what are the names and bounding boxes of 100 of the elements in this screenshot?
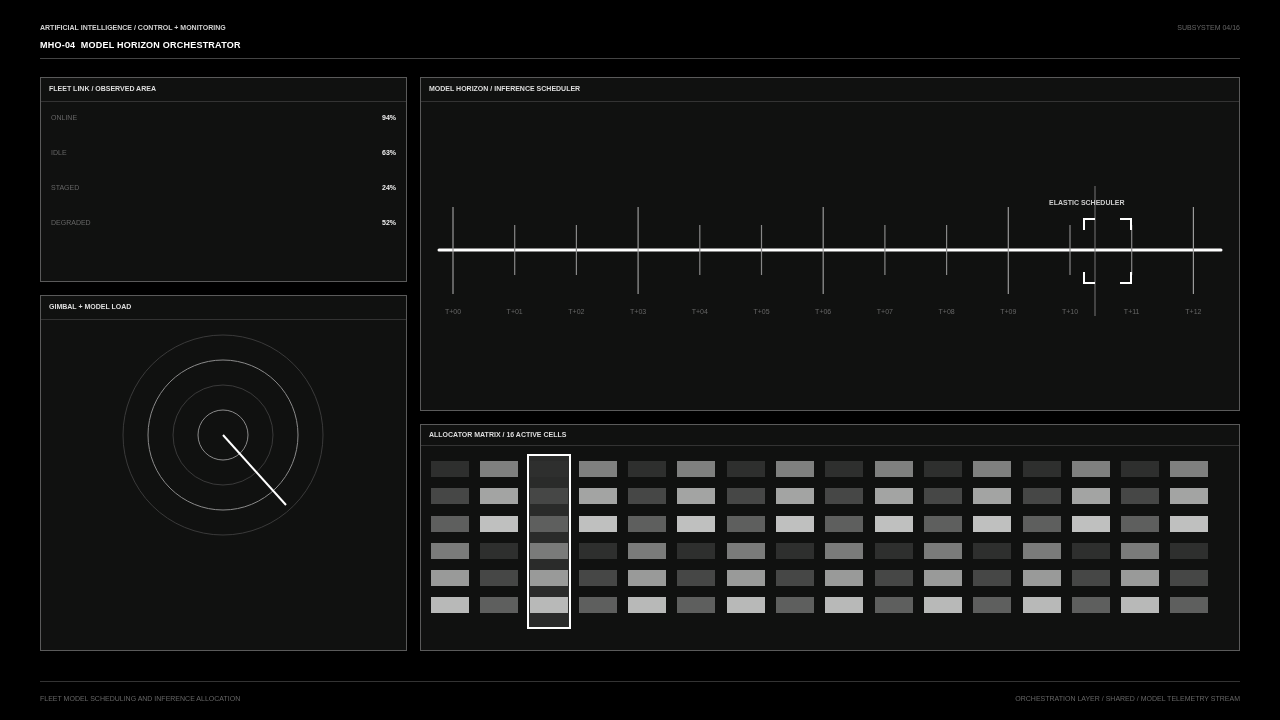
timeline-tick bbox=[1069, 224, 1071, 276]
matrix-cell[interactable] bbox=[677, 542, 716, 559]
matrix-cell[interactable] bbox=[677, 515, 716, 532]
matrix-cell[interactable] bbox=[1121, 597, 1160, 614]
matrix-cell[interactable] bbox=[480, 461, 519, 477]
matrix-cell[interactable] bbox=[923, 597, 962, 614]
matrix-cell[interactable] bbox=[480, 597, 519, 614]
matrix-cell[interactable] bbox=[874, 488, 913, 505]
matrix-cell[interactable] bbox=[628, 488, 667, 505]
matrix-cell[interactable] bbox=[776, 488, 815, 505]
matrix-cell[interactable] bbox=[529, 515, 568, 532]
matrix-cell[interactable] bbox=[578, 515, 617, 532]
matrix-cell[interactable] bbox=[1022, 570, 1061, 587]
matrix-cell[interactable] bbox=[1071, 570, 1110, 587]
matrix-cell[interactable] bbox=[1022, 488, 1061, 505]
matrix-cell[interactable] bbox=[578, 597, 617, 614]
matrix-cell[interactable] bbox=[726, 570, 765, 587]
matrix-cell[interactable] bbox=[923, 461, 962, 477]
matrix-cell[interactable] bbox=[578, 461, 617, 477]
matrix-cell[interactable] bbox=[874, 570, 913, 587]
matrix-cell[interactable] bbox=[628, 542, 667, 559]
matrix-cell[interactable] bbox=[1022, 597, 1061, 614]
matrix-cell[interactable] bbox=[431, 461, 469, 477]
matrix-cell[interactable] bbox=[1121, 515, 1160, 532]
timeline-tick bbox=[514, 224, 516, 276]
matrix-cell[interactable] bbox=[1022, 515, 1061, 532]
matrix-cell[interactable] bbox=[628, 570, 667, 587]
matrix-cell[interactable] bbox=[431, 542, 469, 559]
matrix-cell[interactable] bbox=[776, 542, 815, 559]
matrix-cell[interactable] bbox=[1170, 515, 1209, 532]
matrix-cell[interactable] bbox=[677, 570, 716, 587]
matrix-cell[interactable] bbox=[480, 515, 519, 532]
matrix-cell[interactable] bbox=[726, 515, 765, 532]
matrix-cell[interactable] bbox=[1121, 488, 1160, 505]
matrix-cell[interactable] bbox=[923, 542, 962, 559]
matrix-cell[interactable] bbox=[776, 515, 815, 532]
matrix-cell[interactable] bbox=[1071, 597, 1110, 614]
matrix-cell[interactable] bbox=[874, 461, 913, 477]
matrix-cell[interactable] bbox=[431, 515, 469, 532]
matrix-cell[interactable] bbox=[578, 570, 617, 587]
matrix-cell[interactable] bbox=[578, 488, 617, 505]
matrix-cell[interactable] bbox=[677, 461, 716, 477]
matrix-cell[interactable] bbox=[825, 488, 864, 505]
matrix-cell[interactable] bbox=[1022, 542, 1061, 559]
matrix-cell[interactable] bbox=[1022, 461, 1061, 477]
matrix-cell[interactable] bbox=[480, 488, 519, 505]
matrix-cell[interactable] bbox=[825, 542, 864, 559]
matrix-cell[interactable] bbox=[973, 515, 1012, 532]
matrix-cell[interactable] bbox=[1121, 570, 1160, 587]
matrix-cell[interactable] bbox=[1170, 461, 1209, 477]
matrix-cell[interactable] bbox=[529, 488, 568, 505]
matrix-cell[interactable] bbox=[480, 542, 519, 559]
matrix-cell[interactable] bbox=[776, 461, 815, 477]
matrix-cell[interactable] bbox=[1071, 461, 1110, 477]
matrix-cell[interactable] bbox=[776, 597, 815, 614]
matrix-cell[interactable] bbox=[874, 515, 913, 532]
matrix-cell[interactable] bbox=[677, 597, 716, 614]
matrix-cell[interactable] bbox=[628, 461, 667, 477]
matrix-cell[interactable] bbox=[1121, 461, 1160, 477]
matrix-cell[interactable] bbox=[1170, 597, 1209, 614]
matrix-cell[interactable] bbox=[628, 515, 667, 532]
matrix-cell[interactable] bbox=[1170, 570, 1209, 587]
matrix-cell[interactable] bbox=[776, 570, 815, 587]
matrix-cell[interactable] bbox=[726, 488, 765, 505]
matrix-cell[interactable] bbox=[1170, 542, 1209, 559]
matrix-cell[interactable] bbox=[431, 597, 469, 614]
matrix-cell[interactable] bbox=[529, 542, 568, 559]
matrix-cell[interactable] bbox=[529, 461, 568, 477]
matrix-cell[interactable] bbox=[825, 461, 864, 477]
matrix-cell[interactable] bbox=[726, 461, 765, 477]
matrix-cell[interactable] bbox=[628, 597, 667, 614]
timeline-tick bbox=[884, 224, 886, 276]
matrix-cell[interactable] bbox=[973, 461, 1012, 477]
matrix-cell[interactable] bbox=[431, 570, 469, 587]
matrix-cell[interactable] bbox=[973, 597, 1012, 614]
matrix-cell[interactable] bbox=[874, 542, 913, 559]
matrix-cell[interactable] bbox=[1121, 542, 1160, 559]
column-highlight[interactable] bbox=[526, 454, 571, 630]
matrix-cell[interactable] bbox=[726, 597, 765, 614]
matrix-cell[interactable] bbox=[1071, 515, 1110, 532]
matrix-cell[interactable] bbox=[825, 515, 864, 532]
matrix-cell[interactable] bbox=[431, 488, 469, 505]
matrix-cell[interactable] bbox=[480, 570, 519, 587]
matrix-cell[interactable] bbox=[923, 515, 962, 532]
matrix-cell[interactable] bbox=[973, 542, 1012, 559]
matrix-cell[interactable] bbox=[923, 488, 962, 505]
matrix-cell[interactable] bbox=[529, 570, 568, 587]
matrix-cell[interactable] bbox=[825, 570, 864, 587]
matrix-cell[interactable] bbox=[578, 542, 617, 559]
matrix-cell[interactable] bbox=[1071, 542, 1110, 559]
matrix-cell[interactable] bbox=[973, 570, 1012, 587]
matrix-cell[interactable] bbox=[726, 542, 765, 559]
matrix-cell[interactable] bbox=[677, 488, 716, 505]
matrix-cell[interactable] bbox=[923, 570, 962, 587]
matrix-cell[interactable] bbox=[1170, 488, 1209, 505]
matrix-cell[interactable] bbox=[825, 597, 864, 614]
matrix-cell[interactable] bbox=[973, 488, 1012, 505]
matrix-cell[interactable] bbox=[874, 597, 913, 614]
matrix-cell[interactable] bbox=[1071, 488, 1110, 505]
matrix-cell[interactable] bbox=[529, 597, 568, 614]
